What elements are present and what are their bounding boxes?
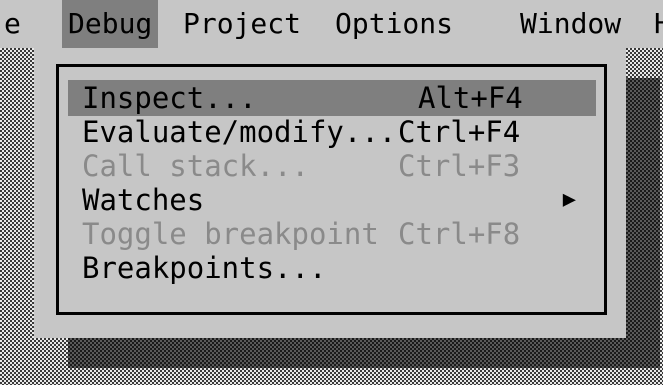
- menu-window[interactable]: Window: [520, 0, 621, 48]
- desktop-background: { "menubar": { "items": [ {"label": "e"}…: [0, 0, 663, 385]
- menu-item-label: Call stack...: [82, 149, 309, 183]
- menu-options[interactable]: Options: [335, 0, 453, 48]
- menu-item-label: Watches: [82, 183, 205, 217]
- submenu-arrow-icon: ▶: [562, 187, 576, 212]
- menu-help-partial[interactable]: H: [654, 0, 663, 48]
- menu-item-toggle-breakpoint[interactable]: Toggle breakpoint Ctrl+F8: [68, 216, 596, 252]
- menu-item-shortcut: Ctrl+F3: [398, 149, 521, 183]
- menu-item-call-stack[interactable]: Call stack... Ctrl+F3: [68, 148, 596, 184]
- menu-item-label: Breakpoints...: [82, 251, 327, 285]
- menu-item-inspect[interactable]: Inspect... Alt+F4: [68, 80, 596, 116]
- menu-debug[interactable]: Debug: [62, 0, 159, 48]
- menu-item-shortcut: Alt+F4: [418, 81, 523, 115]
- menu-item-evaluate-modify[interactable]: Evaluate/modify... Ctrl+F4: [68, 114, 596, 150]
- menu-item-watches[interactable]: Watches ▶: [68, 182, 596, 218]
- menu-item-label: Evaluate/modify...: [82, 115, 397, 149]
- menu-item-label: Toggle breakpoint: [82, 217, 379, 251]
- menu-item-breakpoints[interactable]: Breakpoints...: [68, 250, 596, 286]
- menu-item-label: Inspect...: [82, 81, 257, 115]
- menu-item-shortcut: Ctrl+F4: [398, 115, 521, 149]
- debug-dropdown-menu: Inspect... Alt+F4 Evaluate/modify... Ctr…: [34, 48, 626, 338]
- menu-edit-partial[interactable]: e: [4, 0, 21, 48]
- menu-item-shortcut: Ctrl+F8: [398, 217, 521, 251]
- menu-project[interactable]: Project: [183, 0, 301, 48]
- menu-bar: e Debug Project Options Window H: [0, 0, 663, 48]
